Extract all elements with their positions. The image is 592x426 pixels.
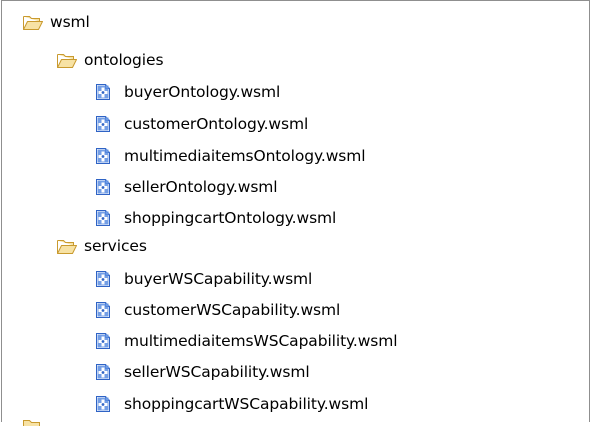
tree-file-label: shoppingcartOntology.wsml bbox=[124, 209, 337, 227]
tree-file-customer-wscapability[interactable]: customerWSCapability.wsml bbox=[95, 297, 340, 323]
wsml-file-icon bbox=[95, 270, 111, 288]
tree-file-shoppingcart-ontology[interactable]: shoppingcartOntology.wsml bbox=[95, 205, 336, 231]
open-folder-icon bbox=[56, 50, 78, 70]
tree-file-multimediaitems-wscapability[interactable]: multimediaitemsWSCapability.wsml bbox=[95, 328, 398, 354]
tree-file-buyer-ontology[interactable]: buyerOntology.wsml bbox=[95, 79, 280, 105]
tree-node-label: wsml bbox=[50, 13, 90, 31]
tree-file-label: shoppingcartWSCapability.wsml bbox=[124, 395, 369, 413]
tree-file-seller-wscapability[interactable]: sellerWSCapability.wsml bbox=[95, 359, 310, 385]
tree-file-label: multimediaitemsWSCapability.wsml bbox=[124, 332, 398, 350]
tree-file-customer-ontology[interactable]: customerOntology.wsml bbox=[95, 111, 308, 137]
tree-file-label: buyerWSCapability.wsml bbox=[124, 270, 313, 288]
wsml-file-icon bbox=[95, 301, 111, 319]
tree-file-label: customerOntology.wsml bbox=[124, 115, 309, 133]
project-explorer-tree: wsml ontologies buyerOntology.wsml custo… bbox=[1, 0, 590, 426]
tree-node-label: services bbox=[84, 237, 147, 255]
tree-file-seller-ontology[interactable]: sellerOntology.wsml bbox=[95, 174, 278, 200]
wsml-file-icon bbox=[95, 363, 111, 381]
open-folder-icon bbox=[56, 236, 78, 256]
tree-node-services[interactable]: services bbox=[56, 233, 147, 259]
wsml-file-icon bbox=[95, 83, 111, 101]
tree-node-label: ontologies bbox=[84, 51, 164, 69]
tree-node-wsml[interactable]: wsml bbox=[22, 9, 90, 35]
tree-file-label: sellerOntology.wsml bbox=[124, 178, 278, 196]
tree-file-buyer-wscapability[interactable]: buyerWSCapability.wsml bbox=[95, 266, 312, 292]
tree-file-label: multimediaitemsOntology.wsml bbox=[124, 147, 366, 165]
tree-file-shoppingcart-wscapability[interactable]: shoppingcartWSCapability.wsml bbox=[95, 391, 368, 417]
open-folder-icon bbox=[22, 12, 44, 32]
wsml-file-icon bbox=[95, 178, 111, 196]
wsml-file-icon bbox=[95, 395, 111, 413]
wsml-file-icon bbox=[95, 332, 111, 350]
wsml-file-icon bbox=[95, 115, 111, 133]
folder-icon bbox=[22, 416, 42, 426]
tree-file-label: buyerOntology.wsml bbox=[124, 83, 281, 101]
tree-file-multimediaitems-ontology[interactable]: multimediaitemsOntology.wsml bbox=[95, 143, 366, 169]
wsml-file-icon bbox=[95, 147, 111, 165]
wsml-file-icon bbox=[95, 209, 111, 227]
tree-file-label: customerWSCapability.wsml bbox=[124, 301, 341, 319]
tree-file-label: sellerWSCapability.wsml bbox=[124, 363, 310, 381]
tree-node-ontologies[interactable]: ontologies bbox=[56, 47, 164, 73]
